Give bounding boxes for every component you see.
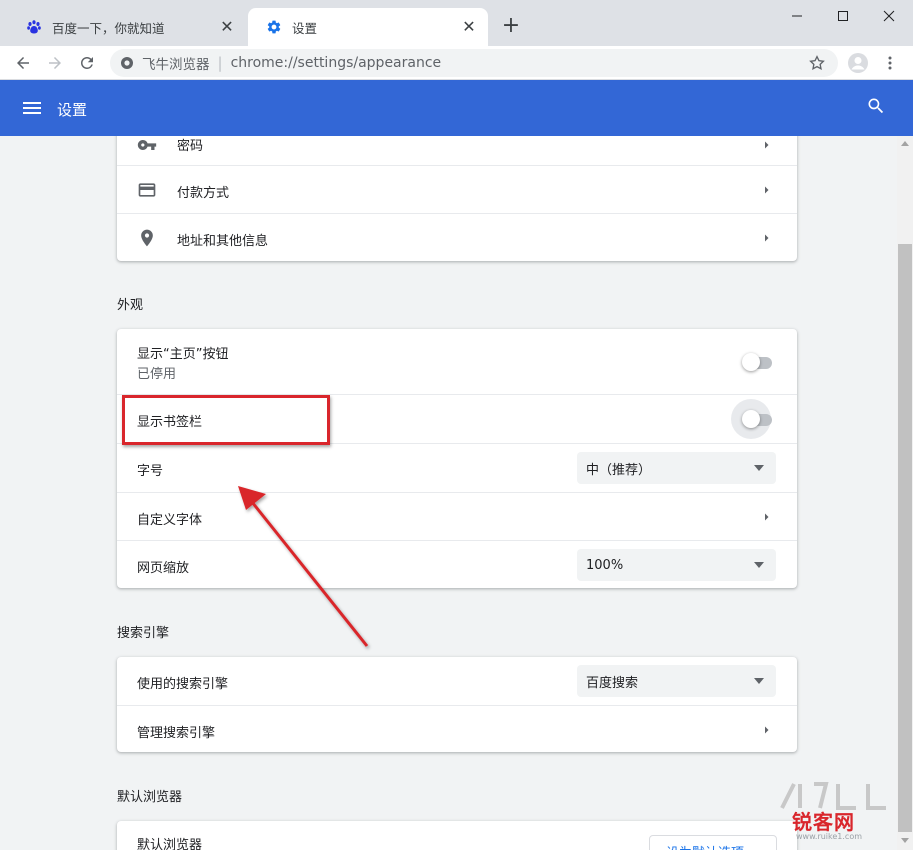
font-size-select[interactable]: 中（推荐） <box>577 452 776 484</box>
page-zoom-select[interactable]: 100% <box>577 549 776 581</box>
close-tab-icon[interactable]: ✕ <box>460 18 478 36</box>
search-engine-card: 使用的搜索引擎 百度搜索 管理搜索引擎 <box>117 657 797 752</box>
make-default-button[interactable]: 设为默认选项 <box>649 835 777 850</box>
font-size-value: 中（推荐） <box>586 462 652 478</box>
custom-fonts-label: 自定义字体 <box>137 513 203 528</box>
dropdown-caret-icon <box>754 465 764 471</box>
page-scrollbar[interactable] <box>897 136 913 850</box>
credit-card-icon <box>137 180 157 200</box>
default-browser-label: 默认浏览器 <box>137 838 203 850</box>
default-browser-row[interactable]: 默认浏览器 设为默认选项 <box>117 821 797 850</box>
home-button-label: 显示“主页”按钮 <box>137 347 229 362</box>
site-name: 飞牛浏览器 <box>142 57 210 73</box>
page-title: 设置 <box>57 101 88 119</box>
location-pin-icon <box>137 228 157 248</box>
appearance-card: 显示“主页”按钮 已停用 显示书签栏 字号 中（推荐） 自定义字体 网页缩放 1… <box>117 329 797 588</box>
chevron-right-icon[interactable] <box>761 139 773 151</box>
chevron-right-icon[interactable] <box>761 232 773 244</box>
chevron-right-icon[interactable] <box>761 511 773 523</box>
maximize-icon[interactable] <box>820 0 866 32</box>
back-arrow-icon[interactable] <box>10 50 36 76</box>
watermark-subtext: www.ruike1.com <box>796 832 863 841</box>
browser-toolbar: 飞牛浏览器 | chrome://settings/appearance <box>0 46 913 80</box>
toggle-knob <box>742 410 760 428</box>
page-zoom-value: 100% <box>586 557 624 573</box>
chevron-right-icon[interactable] <box>761 724 773 736</box>
manage-search-engines-row[interactable]: 管理搜索引擎 <box>117 705 797 752</box>
profile-avatar-icon[interactable] <box>845 50 871 76</box>
payment-methods-row[interactable]: 付款方式 <box>117 165 797 213</box>
toggle-knob <box>742 353 760 371</box>
search-engine-used-row[interactable]: 使用的搜索引擎 百度搜索 <box>117 657 797 705</box>
close-tab-icon[interactable]: ✕ <box>218 18 236 36</box>
tab-strip: 百度一下，你就知道 ✕ 设置 ✕ + <box>0 0 913 46</box>
default-browser-card: 默认浏览器 设为默认选项 <box>117 821 797 850</box>
passwords-row[interactable]: 密码 <box>117 136 797 165</box>
bookmarks-bar-toggle[interactable] <box>742 409 774 429</box>
scroll-up-arrow-icon[interactable] <box>901 141 909 146</box>
address-bar[interactable]: 飞牛浏览器 | chrome://settings/appearance <box>110 49 838 77</box>
site-info-icon[interactable] <box>120 56 134 70</box>
site-watermark: 锐客网 www.ruike1.com <box>776 780 901 842</box>
home-button-toggle[interactable] <box>742 352 774 372</box>
passwords-label: 密码 <box>177 139 204 154</box>
font-size-label: 字号 <box>137 464 164 479</box>
payment-methods-label: 付款方式 <box>177 186 230 201</box>
home-button-status: 已停用 <box>137 367 177 382</box>
dropdown-caret-icon <box>754 562 764 568</box>
appearance-section-title: 外观 <box>117 298 144 313</box>
tab-title: 百度一下，你就知道 <box>52 20 165 36</box>
key-icon <box>137 136 157 155</box>
close-window-icon[interactable] <box>866 0 912 32</box>
page-zoom-label: 网页缩放 <box>137 561 190 576</box>
search-engine-value: 百度搜索 <box>586 675 639 691</box>
search-engine-used-label: 使用的搜索引擎 <box>137 677 229 692</box>
custom-fonts-row[interactable]: 自定义字体 <box>117 492 797 540</box>
hamburger-menu-icon[interactable] <box>20 96 44 120</box>
page-zoom-row[interactable]: 网页缩放 100% <box>117 540 797 588</box>
scroll-down-arrow-icon[interactable] <box>901 838 909 843</box>
font-size-row[interactable]: 字号 中（推荐） <box>117 443 797 492</box>
watermark-text: 锐客网 <box>792 810 855 834</box>
reload-icon[interactable] <box>74 50 100 76</box>
settings-header: 设置 <box>0 80 913 136</box>
search-engine-section-title: 搜索引擎 <box>117 626 170 641</box>
settings-content[interactable]: 密码 付款方式 地址和其他信息 外观 显示“主页”按钮 已停用 显示书签栏 字号… <box>0 136 897 850</box>
forward-arrow-icon[interactable] <box>42 50 68 76</box>
annotation-highlight-box <box>122 395 330 445</box>
search-engine-select[interactable]: 百度搜索 <box>577 665 776 697</box>
autofill-card: 密码 付款方式 地址和其他信息 <box>117 136 797 261</box>
address-separator: | <box>217 54 223 72</box>
manage-search-engines-label: 管理搜索引擎 <box>137 726 216 741</box>
dropdown-caret-icon <box>754 678 764 684</box>
tab-title: 设置 <box>292 20 318 36</box>
addresses-row[interactable]: 地址和其他信息 <box>117 213 797 261</box>
minimize-icon[interactable] <box>774 0 820 32</box>
home-button-row[interactable]: 显示“主页”按钮 已停用 <box>117 329 797 394</box>
tab-settings[interactable]: 设置 ✕ <box>248 8 488 46</box>
tab-baidu[interactable]: 百度一下，你就知道 ✕ <box>8 8 246 46</box>
new-tab-plus-icon[interactable]: + <box>498 14 524 40</box>
bookmark-star-icon[interactable] <box>806 52 828 74</box>
chevron-right-icon[interactable] <box>761 184 773 196</box>
url-text[interactable]: chrome://settings/appearance <box>231 55 806 71</box>
addresses-label: 地址和其他信息 <box>177 234 269 249</box>
default-browser-section-title: 默认浏览器 <box>117 790 183 805</box>
search-icon[interactable] <box>866 96 890 120</box>
more-menu-icon[interactable] <box>877 50 903 76</box>
baidu-paw-icon <box>26 19 42 35</box>
scrollbar-thumb[interactable] <box>898 244 912 832</box>
settings-gear-icon <box>266 19 282 35</box>
